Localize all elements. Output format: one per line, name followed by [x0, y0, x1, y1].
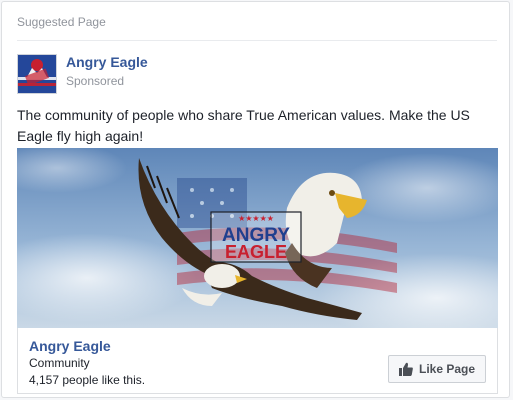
suggested-page-card: Suggested Page Angry Eagle Sponsored The…: [1, 1, 510, 398]
flag-eagle-logo-icon: [18, 55, 56, 93]
eagle-flag-banner-icon: ★★★★★ ANGRY EAGLE: [17, 148, 498, 328]
sponsored-label: Sponsored: [66, 74, 125, 88]
thumbs-up-icon: [398, 362, 413, 376]
like-page-button-label: Like Page: [418, 362, 476, 376]
like-page-button[interactable]: Like Page: [388, 355, 486, 383]
page-avatar[interactable]: [17, 54, 57, 94]
page-like-count: 4,157 people like this.: [29, 373, 146, 387]
section-title: Suggested Page: [17, 15, 106, 29]
hero-image[interactable]: ★★★★★ ANGRY EAGLE: [17, 148, 498, 328]
post-text: The community of people who share True A…: [17, 107, 470, 144]
logo-line-2: EAGLE: [225, 242, 287, 262]
logo-stars: ★★★★★: [238, 214, 274, 223]
page-category: Community: [29, 356, 90, 370]
page-footer: Angry Eagle Community 4,157 people like …: [17, 328, 498, 394]
header-divider: [17, 40, 497, 41]
footer-page-name-link[interactable]: Angry Eagle: [29, 338, 111, 354]
page-name-link[interactable]: Angry Eagle: [66, 54, 148, 70]
